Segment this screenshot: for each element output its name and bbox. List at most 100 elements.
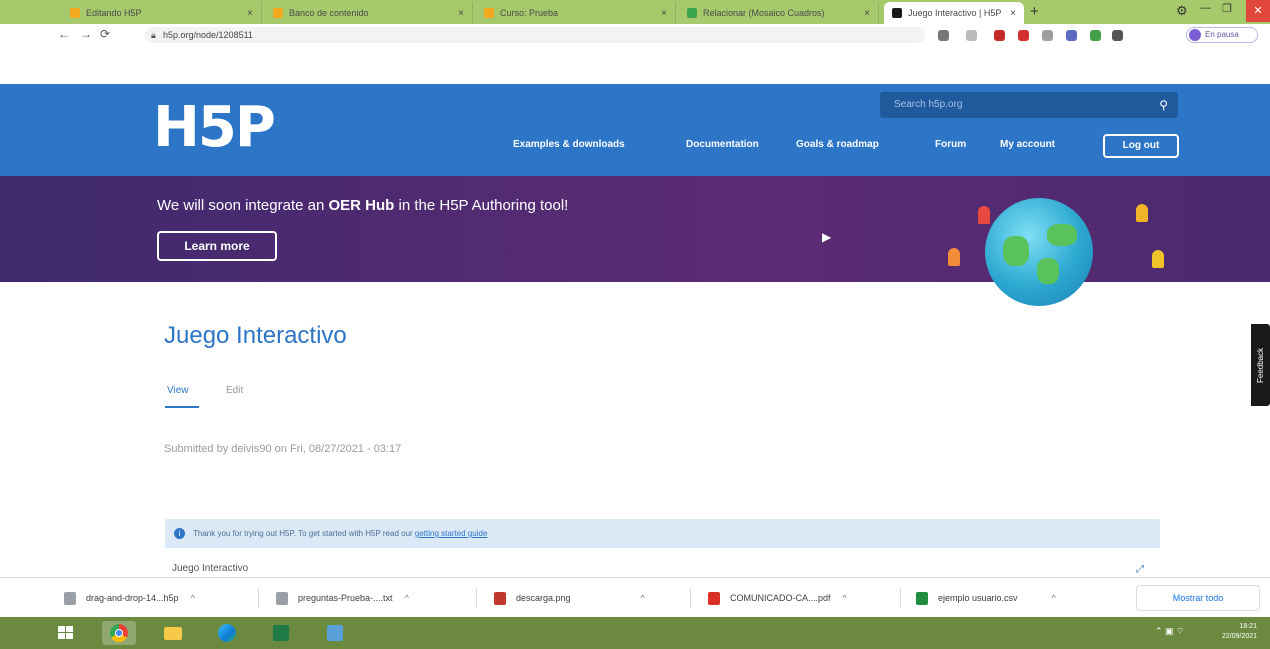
download-item[interactable]: ejemplo usuario.csv ^ — [916, 586, 1056, 610]
close-tab-icon[interactable]: × — [864, 8, 870, 19]
reader-mode-icon[interactable] — [938, 30, 949, 41]
profile-status: En pausa — [1205, 30, 1239, 39]
learn-more-button[interactable]: Learn more — [157, 231, 277, 261]
browser-tab[interactable]: Relacionar (Mosaico Cuadros) × — [679, 2, 879, 24]
tab-title: Banco de contenido — [289, 8, 369, 18]
mouse-cursor-icon: ▶ — [822, 230, 832, 244]
download-item[interactable]: preguntas-Prueba-....txt ^ — [276, 586, 409, 610]
extension-icon[interactable] — [994, 30, 1005, 41]
google-drive-icon[interactable] — [1090, 30, 1101, 41]
pdf-file-icon — [708, 591, 720, 605]
close-tab-icon[interactable]: × — [247, 8, 253, 19]
forward-icon[interactable]: → — [80, 27, 92, 41]
search-icon[interactable]: ⚲ — [1159, 92, 1168, 118]
chevron-up-icon[interactable]: ^ — [641, 593, 645, 603]
nav-examples-downloads[interactable]: Examples & downloads — [513, 139, 625, 150]
chevron-up-icon[interactable]: ^ — [405, 593, 409, 603]
submitted-meta: Submitted by deivis90 on Fri, 08/27/2021… — [164, 443, 402, 455]
person-illustration — [978, 206, 990, 224]
search-input[interactable]: Search h5p.org ⚲ — [880, 92, 1178, 118]
download-filename: COMUNICADO-CA....pdf — [730, 593, 831, 603]
taskbar-clock[interactable]: 18:21 22/09/2021 — [1222, 622, 1257, 642]
close-tab-icon[interactable]: × — [1010, 8, 1016, 19]
tab-title: Curso: Prueba — [500, 8, 559, 18]
nav-goals-roadmap[interactable]: Goals & roadmap — [796, 139, 879, 150]
moodle-icon — [484, 8, 494, 18]
banner-text-part: We will soon integrate an — [157, 197, 329, 214]
bookmark-star-icon[interactable] — [966, 30, 977, 41]
info-icon: i — [174, 528, 185, 539]
feedback-tab[interactable]: Feedback — [1251, 324, 1270, 406]
clock-time: 18:21 — [1239, 623, 1258, 630]
tab-edit[interactable]: Edit — [226, 385, 243, 396]
site-header: H5P Search h5p.org ⚲ Examples & download… — [0, 84, 1270, 176]
nav-my-account[interactable]: My account — [1000, 139, 1055, 150]
getting-started-link[interactable]: getting started guide — [415, 529, 488, 538]
download-filename: preguntas-Prueba-....txt — [298, 593, 393, 603]
file-explorer-icon[interactable] — [156, 621, 190, 645]
system-tray-icons[interactable]: ⌃ ▣ ⌔ — [1155, 626, 1185, 637]
chrome-icon[interactable] — [102, 621, 136, 645]
nav-forum[interactable]: Forum — [935, 139, 966, 150]
reload-icon[interactable]: ⟳ — [100, 27, 110, 41]
browser-window: Editando H5P × Banco de contenido × Curs… — [0, 0, 1270, 649]
chevron-up-icon[interactable]: ^ — [843, 593, 847, 603]
back-icon[interactable]: ← — [58, 27, 70, 41]
edge-icon[interactable] — [210, 621, 244, 645]
file-icon — [64, 591, 76, 605]
tab-view[interactable]: View — [167, 385, 189, 396]
active-tab-indicator — [165, 406, 199, 408]
browser-tab-active[interactable]: Juego Interactivo | H5P × — [884, 2, 1024, 24]
download-item[interactable]: drag-and-drop-14...h5p ^ — [64, 586, 195, 610]
close-window-icon[interactable]: ✕ — [1246, 0, 1270, 22]
restore-icon[interactable]: ❐ — [1222, 2, 1232, 15]
account-menu-icon[interactable]: ⚙ — [1176, 3, 1188, 19]
address-bar[interactable]: 🔒︎ h5p.org/node/1208511 — [145, 27, 925, 43]
browser-tab[interactable]: Banco de contenido × — [265, 2, 473, 24]
download-item[interactable]: COMUNICADO-CA....pdf ^ — [708, 586, 847, 610]
extension-icon[interactable] — [1042, 30, 1053, 41]
windows-taskbar: ⌃ ▣ ⌔ 18:21 22/09/2021 — [0, 617, 1270, 649]
tab-title: Juego Interactivo | H5P — [908, 8, 1002, 18]
person-illustration — [948, 248, 960, 266]
download-item[interactable]: descarga.png ^ — [494, 586, 645, 610]
extensions-puzzle-icon[interactable] — [1112, 30, 1123, 41]
h5p-logo[interactable]: H5P — [153, 95, 276, 160]
log-out-button[interactable]: Log out — [1103, 134, 1179, 158]
notice-text: Thank you for trying out H5P. To get sta… — [193, 529, 415, 538]
text-file-icon — [276, 591, 288, 605]
avatar — [1189, 29, 1201, 41]
chevron-up-icon[interactable]: ^ — [1052, 593, 1056, 603]
h5p-favicon-icon — [892, 8, 902, 18]
extension-icon[interactable] — [1018, 30, 1029, 41]
search-placeholder: Search h5p.org — [894, 99, 963, 110]
banner-message: We will soon integrate an OER Hub in the… — [157, 197, 568, 214]
show-all-downloads-button[interactable]: Mostrar todo — [1136, 585, 1260, 611]
download-bar: drag-and-drop-14...h5p ^ preguntas-Prueb… — [0, 577, 1270, 617]
url-text: h5p.org/node/1208511 — [163, 30, 253, 40]
new-tab-button[interactable]: + — [1030, 3, 1039, 20]
nav-documentation[interactable]: Documentation — [686, 139, 759, 150]
h5p-editor-icon — [687, 8, 697, 18]
download-filename: descarga.png — [516, 593, 571, 603]
close-tab-icon[interactable]: × — [661, 8, 667, 19]
minimize-icon[interactable]: — — [1200, 2, 1211, 14]
moodle-icon — [273, 8, 283, 18]
banner-text-part: in the H5P Authoring tool! — [394, 197, 569, 214]
fullscreen-icon[interactable]: ⤢ — [1136, 564, 1144, 575]
h5p-content-title: Juego Interactivo — [172, 563, 249, 574]
person-illustration — [1152, 250, 1164, 268]
profile-button[interactable]: En pausa — [1186, 27, 1258, 43]
windows-start-icon[interactable] — [48, 621, 82, 645]
clock-date: 22/09/2021 — [1222, 633, 1258, 640]
csv-file-icon — [916, 591, 928, 605]
excel-icon[interactable] — [264, 621, 298, 645]
chevron-up-icon[interactable]: ^ — [191, 593, 195, 603]
tab-title: Editando H5P — [86, 8, 142, 18]
extension-icon[interactable] — [1066, 30, 1077, 41]
app-icon[interactable] — [318, 621, 352, 645]
browser-tab[interactable]: Editando H5P × — [62, 2, 262, 24]
close-tab-icon[interactable]: × — [458, 8, 464, 19]
browser-tab[interactable]: Curso: Prueba × — [476, 2, 676, 24]
moodle-icon — [70, 8, 80, 18]
